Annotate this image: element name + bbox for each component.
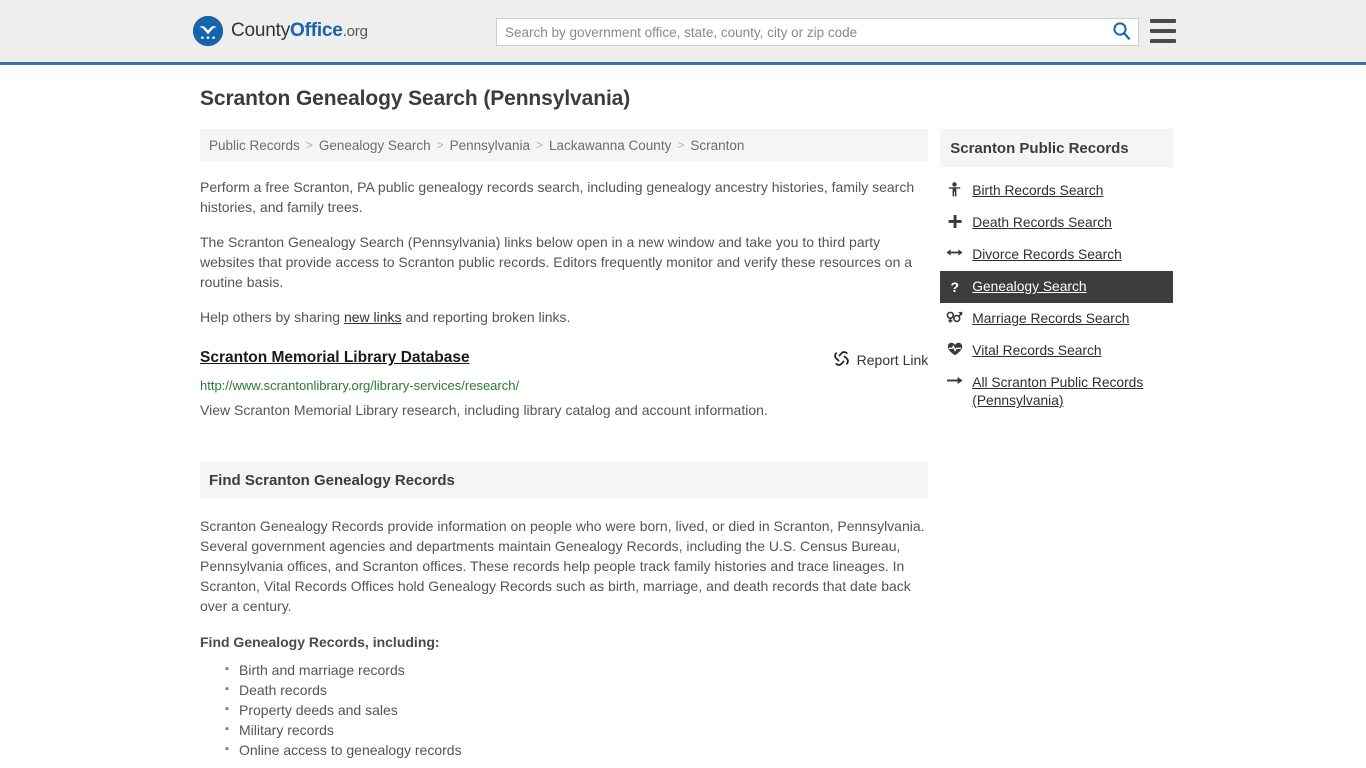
cross-icon — [946, 214, 963, 229]
site-logo[interactable]: CountyOffice.org — [193, 16, 368, 46]
page-title: Scranton Genealogy Search (Pennsylvania) — [200, 87, 631, 110]
find-records-section: Find Scranton Genealogy Records Scranton… — [200, 462, 929, 760]
site-header: CountyOffice.org — [0, 0, 1366, 65]
sidebar-item-label: Death Records Search — [972, 215, 1112, 230]
sidebar-link-birth-records[interactable]: Birth Records Search — [940, 175, 1173, 207]
section-heading: Find Scranton Genealogy Records — [200, 462, 929, 498]
sidebar-item-label: Vital Records Search — [972, 343, 1102, 358]
section-body: Scranton Genealogy Records provide infor… — [200, 516, 928, 760]
countyoffice-eagle-logo-icon — [193, 16, 223, 46]
brand-part-office: Office — [290, 20, 343, 41]
section-list-heading: Find Genealogy Records, including: — [200, 634, 440, 650]
menu-bar-2 — [1150, 29, 1176, 33]
records-bullet-list: Birth and marriage records Death records… — [200, 659, 928, 760]
breadcrumb-item-genealogy-search[interactable]: Genealogy Search — [319, 138, 431, 153]
section-paragraph: Scranton Genealogy Records provide infor… — [200, 518, 925, 614]
sidebar-item-label: Genealogy Search — [972, 279, 1087, 294]
result-header-row: Scranton Memorial Library Database Repor… — [200, 349, 928, 370]
new-links-link[interactable]: new links — [344, 309, 402, 325]
sidebar-link-vital-records[interactable]: Vital Records Search — [940, 335, 1173, 367]
sidebar-item-divorce-records[interactable]: Divorce Records Search — [940, 239, 1173, 271]
sidebar-item-death-records[interactable]: Death Records Search — [940, 207, 1173, 239]
sidebar-item-label: Marriage Records Search — [972, 311, 1130, 326]
sidebar-heading: Scranton Public Records — [940, 129, 1173, 167]
list-item: Birth and marriage records — [225, 659, 928, 680]
sidebar-link-divorce-records[interactable]: Divorce Records Search — [940, 239, 1173, 271]
site-logo-text: CountyOffice.org — [231, 20, 368, 42]
result-description: View Scranton Memorial Library research,… — [200, 402, 768, 418]
broken-link-icon — [833, 350, 850, 370]
sidebar-item-label: Divorce Records Search — [972, 247, 1122, 262]
list-item: Property deeds and sales — [225, 699, 928, 720]
result-url[interactable]: http://www.scrantonlibrary.org/library-s… — [200, 378, 928, 393]
intro-paragraph-1: Perform a free Scranton, PA public genea… — [200, 179, 915, 215]
breadcrumb-item-pennsylvania[interactable]: Pennsylvania — [450, 138, 530, 153]
menu-bar-1 — [1150, 19, 1176, 23]
report-link-button[interactable]: Report Link — [833, 350, 929, 370]
share-text-before: Help others by sharing — [200, 309, 344, 325]
sidebar-list: Birth Records Search Death Records Searc… — [940, 167, 1173, 417]
left-right-arrow-icon — [946, 246, 963, 259]
breadcrumb-separator: > — [305, 138, 313, 152]
intro-paragraph-3: Help others by sharing new links and rep… — [200, 307, 928, 327]
result-item: Scranton Memorial Library Database Repor… — [200, 349, 928, 420]
hamburger-menu-button[interactable] — [1150, 19, 1176, 43]
baby-icon — [946, 182, 963, 197]
content-container: Scranton Genealogy Search (Pennsylvania)… — [193, 65, 1173, 760]
sidebar-item-marriage-records[interactable]: Marriage Records Search — [940, 303, 1173, 335]
arrow-right-icon — [946, 374, 963, 387]
search-icon — [1112, 21, 1131, 43]
breadcrumb: Public Records > Genealogy Search > Penn… — [200, 129, 929, 161]
sidebar-item-label: Birth Records Search — [972, 183, 1104, 198]
brand-part-tld: .org — [342, 23, 368, 40]
result-title-link[interactable]: Scranton Memorial Library Database — [200, 349, 470, 367]
gender-symbols-icon — [946, 310, 963, 324]
breadcrumb-separator: > — [436, 138, 444, 152]
main-column: Public Records > Genealogy Search > Penn… — [200, 129, 929, 760]
breadcrumb-item-public-records[interactable]: Public Records — [209, 138, 300, 153]
page-body: Scranton Genealogy Search (Pennsylvania)… — [0, 65, 1366, 760]
breadcrumb-item-lackawanna-county[interactable]: Lackawanna County — [549, 138, 671, 153]
breadcrumb-separator: > — [535, 138, 543, 152]
list-item: Online access to genealogy records — [225, 739, 928, 760]
sidebar-item-birth-records[interactable]: Birth Records Search — [940, 175, 1173, 207]
search-bar — [496, 18, 1139, 46]
sidebar-link-marriage-records[interactable]: Marriage Records Search — [940, 303, 1173, 335]
sidebar-link-death-records[interactable]: Death Records Search — [940, 207, 1173, 239]
report-link-label: Report Link — [856, 352, 929, 368]
heart-pulse-icon — [946, 342, 963, 356]
question-mark-icon: ? — [950, 279, 960, 295]
list-item: Death records — [225, 679, 928, 700]
list-item: Military records — [225, 719, 928, 740]
menu-bar-3 — [1150, 39, 1176, 43]
share-text-after: and reporting broken links. — [401, 309, 571, 325]
search-input[interactable] — [497, 19, 1104, 45]
breadcrumb-item-scranton[interactable]: Scranton — [690, 138, 744, 153]
sidebar-item-label: All Scranton Public Records (Pennsylvani… — [972, 375, 1144, 408]
search-button[interactable] — [1104, 19, 1138, 45]
sidebar-item-genealogy-search[interactable]: ? Genealogy Search — [940, 271, 1173, 303]
two-column-layout: Public Records > Genealogy Search > Penn… — [193, 129, 1173, 760]
sidebar-link-genealogy-search[interactable]: ? Genealogy Search — [940, 271, 1173, 303]
sidebar: Scranton Public Records Birth Records Se… — [940, 129, 1173, 417]
intro-paragraph-2: The Scranton Genealogy Search (Pennsylva… — [200, 234, 913, 290]
sidebar-item-vital-records[interactable]: Vital Records Search — [940, 335, 1173, 367]
sidebar-link-all-public-records[interactable]: All Scranton Public Records (Pennsylvani… — [940, 367, 1173, 417]
brand-part-county: County — [231, 20, 291, 41]
breadcrumb-separator: > — [677, 138, 685, 152]
sidebar-item-all-public-records[interactable]: All Scranton Public Records (Pennsylvani… — [940, 367, 1173, 417]
